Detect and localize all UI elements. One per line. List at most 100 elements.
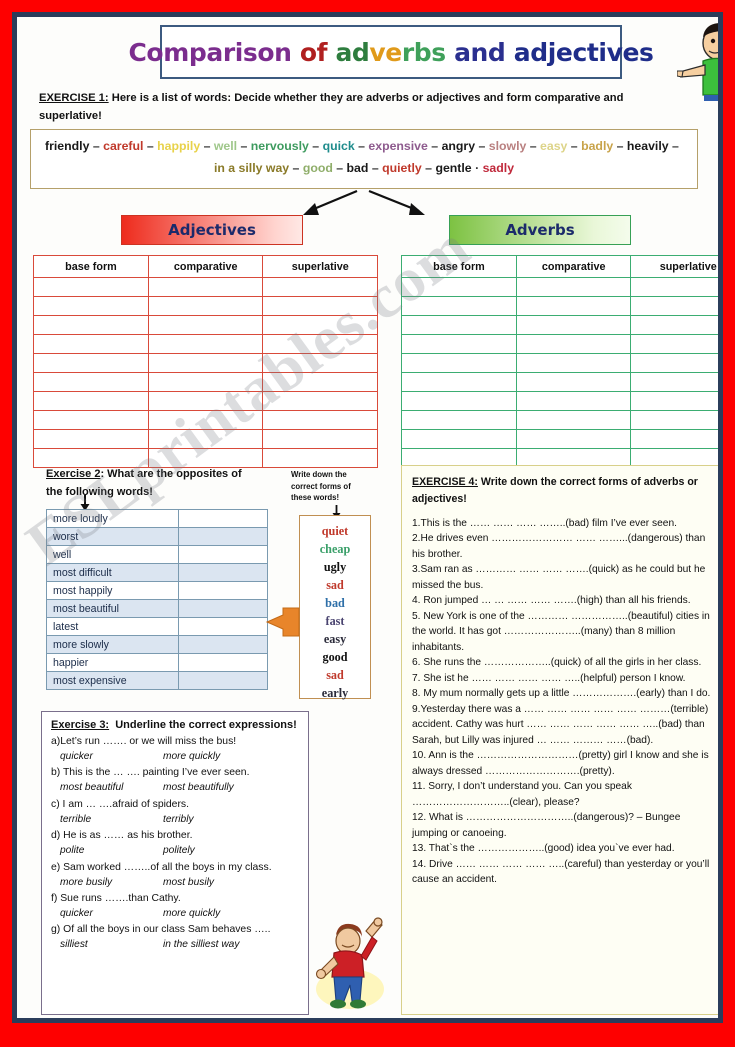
table-row[interactable]	[33, 334, 378, 354]
exercise3-option-1[interactable]: polite	[51, 843, 163, 858]
answer-cell[interactable]	[515, 334, 632, 354]
table-row[interactable]	[33, 372, 378, 392]
answer-cell[interactable]	[630, 353, 718, 373]
table-row[interactable]: happier	[46, 653, 268, 672]
table-row[interactable]	[401, 410, 718, 430]
answer-cell[interactable]	[515, 296, 632, 316]
answer-cell[interactable]	[177, 617, 268, 636]
exercise3-option-2[interactable]: more quickly	[163, 749, 220, 764]
exercise3-option-2[interactable]: more quickly	[163, 906, 220, 921]
table-row[interactable]	[33, 277, 378, 297]
table-row[interactable]: most expensive	[46, 671, 268, 690]
answer-cell[interactable]	[147, 353, 264, 373]
answer-cell[interactable]	[33, 372, 149, 392]
table-row[interactable]	[401, 334, 718, 354]
answer-cell[interactable]	[630, 391, 718, 411]
table-row[interactable]	[401, 296, 718, 316]
answer-cell[interactable]	[262, 391, 378, 411]
table-row[interactable]: well	[46, 545, 268, 564]
answer-cell[interactable]	[262, 448, 378, 468]
answer-cell[interactable]	[630, 429, 718, 449]
exercise4-item[interactable]: 3.Sam ran as ………… …… …… …….(quick) as he…	[412, 562, 713, 593]
answer-cell[interactable]	[262, 296, 378, 316]
answer-cell[interactable]	[515, 353, 632, 373]
exercise4-item[interactable]: 12. What is …………………………..(dangerous)? – B…	[412, 810, 713, 841]
table-row[interactable]	[33, 391, 378, 411]
table-row[interactable]	[401, 353, 718, 373]
answer-cell[interactable]	[177, 671, 268, 690]
answer-cell[interactable]	[147, 277, 264, 297]
adverbs-form-table[interactable]: base form comparative superlative	[401, 255, 718, 468]
answer-cell[interactable]	[147, 296, 264, 316]
answer-cell[interactable]	[515, 277, 632, 297]
exercise3-option-1[interactable]: terrible	[51, 812, 163, 827]
answer-cell[interactable]	[515, 372, 632, 392]
table-row[interactable]	[401, 391, 718, 411]
answer-cell[interactable]	[401, 372, 517, 392]
exercise4-item[interactable]: 9.Yesterday there was a …… …… …… …… …… ……	[412, 702, 713, 749]
answer-cell[interactable]	[262, 410, 378, 430]
table-row[interactable]	[401, 277, 718, 297]
answer-cell[interactable]	[177, 509, 268, 528]
answer-cell[interactable]	[177, 599, 268, 618]
exercise4-item[interactable]: 2.He drives even …………………… …… ……...(dange…	[412, 531, 713, 562]
answer-cell[interactable]	[147, 429, 264, 449]
answer-cell[interactable]	[630, 334, 718, 354]
exercise2-opposites-table[interactable]: more loudly worst well most difficult mo…	[46, 509, 268, 690]
exercise3-option-1[interactable]: quicker	[51, 906, 163, 921]
table-row[interactable]	[401, 315, 718, 335]
exercise3-option-1[interactable]: most beautiful	[51, 780, 163, 795]
exercise4-item[interactable]: 7. She ist he …… …… …… …… …..(helpful) p…	[412, 671, 713, 687]
answer-cell[interactable]	[147, 315, 264, 335]
answer-cell[interactable]	[147, 372, 264, 392]
table-row[interactable]	[33, 410, 378, 430]
table-row[interactable]	[401, 429, 718, 449]
answer-cell[interactable]	[177, 581, 268, 600]
answer-cell[interactable]	[401, 429, 517, 449]
exercise3-option-2[interactable]: politely	[163, 843, 195, 858]
table-row[interactable]	[33, 315, 378, 335]
table-row[interactable]: more slowly	[46, 635, 268, 654]
answer-cell[interactable]	[262, 353, 378, 373]
table-row[interactable]	[33, 429, 378, 449]
table-row[interactable]: most beautiful	[46, 599, 268, 618]
table-row[interactable]	[33, 296, 378, 316]
answer-cell[interactable]	[33, 391, 149, 411]
answer-cell[interactable]	[262, 429, 378, 449]
exercise4-item[interactable]: 8. My mum normally gets up a little ……………	[412, 686, 713, 702]
answer-cell[interactable]	[262, 334, 378, 354]
answer-cell[interactable]	[147, 334, 264, 354]
answer-cell[interactable]	[630, 372, 718, 392]
answer-cell[interactable]	[177, 653, 268, 672]
adjectives-form-table[interactable]: base form comparative superlative	[33, 255, 378, 468]
answer-cell[interactable]	[33, 296, 149, 316]
table-row[interactable]: latest	[46, 617, 268, 636]
answer-cell[interactable]	[33, 429, 149, 449]
answer-cell[interactable]	[630, 277, 718, 297]
exercise4-item[interactable]: 13. That`s the ………………..(good) idea you`v…	[412, 841, 713, 857]
answer-cell[interactable]	[147, 391, 264, 411]
answer-cell[interactable]	[177, 545, 268, 564]
answer-cell[interactable]	[515, 410, 632, 430]
answer-cell[interactable]	[515, 429, 632, 449]
exercise3-option-2[interactable]: most beautifully	[163, 780, 234, 795]
exercise4-item[interactable]: 10. Ann is the …………………………(pretty) girl I…	[412, 748, 713, 779]
answer-cell[interactable]	[401, 391, 517, 411]
table-row[interactable]: worst	[46, 527, 268, 546]
answer-cell[interactable]	[401, 315, 517, 335]
answer-cell[interactable]	[33, 315, 149, 335]
table-row[interactable]: most happily	[46, 581, 268, 600]
answer-cell[interactable]	[515, 391, 632, 411]
exercise4-item[interactable]: 1.This is the …… …… …… ……..(bad) film I’…	[412, 516, 713, 532]
answer-cell[interactable]	[630, 410, 718, 430]
answer-cell[interactable]	[262, 315, 378, 335]
answer-cell[interactable]	[262, 277, 378, 297]
exercise4-item[interactable]: 6. She runs the ………………..(quick) of all t…	[412, 655, 713, 671]
answer-cell[interactable]	[33, 277, 149, 297]
exercise3-option-2[interactable]: in the silliest way	[163, 937, 239, 952]
exercise4-item[interactable]: 11. Sorry, I don’t understand you. Can y…	[412, 779, 713, 810]
table-row[interactable]	[401, 372, 718, 392]
answer-cell[interactable]	[262, 372, 378, 392]
answer-cell[interactable]	[401, 296, 517, 316]
table-row[interactable]: more loudly	[46, 509, 268, 528]
